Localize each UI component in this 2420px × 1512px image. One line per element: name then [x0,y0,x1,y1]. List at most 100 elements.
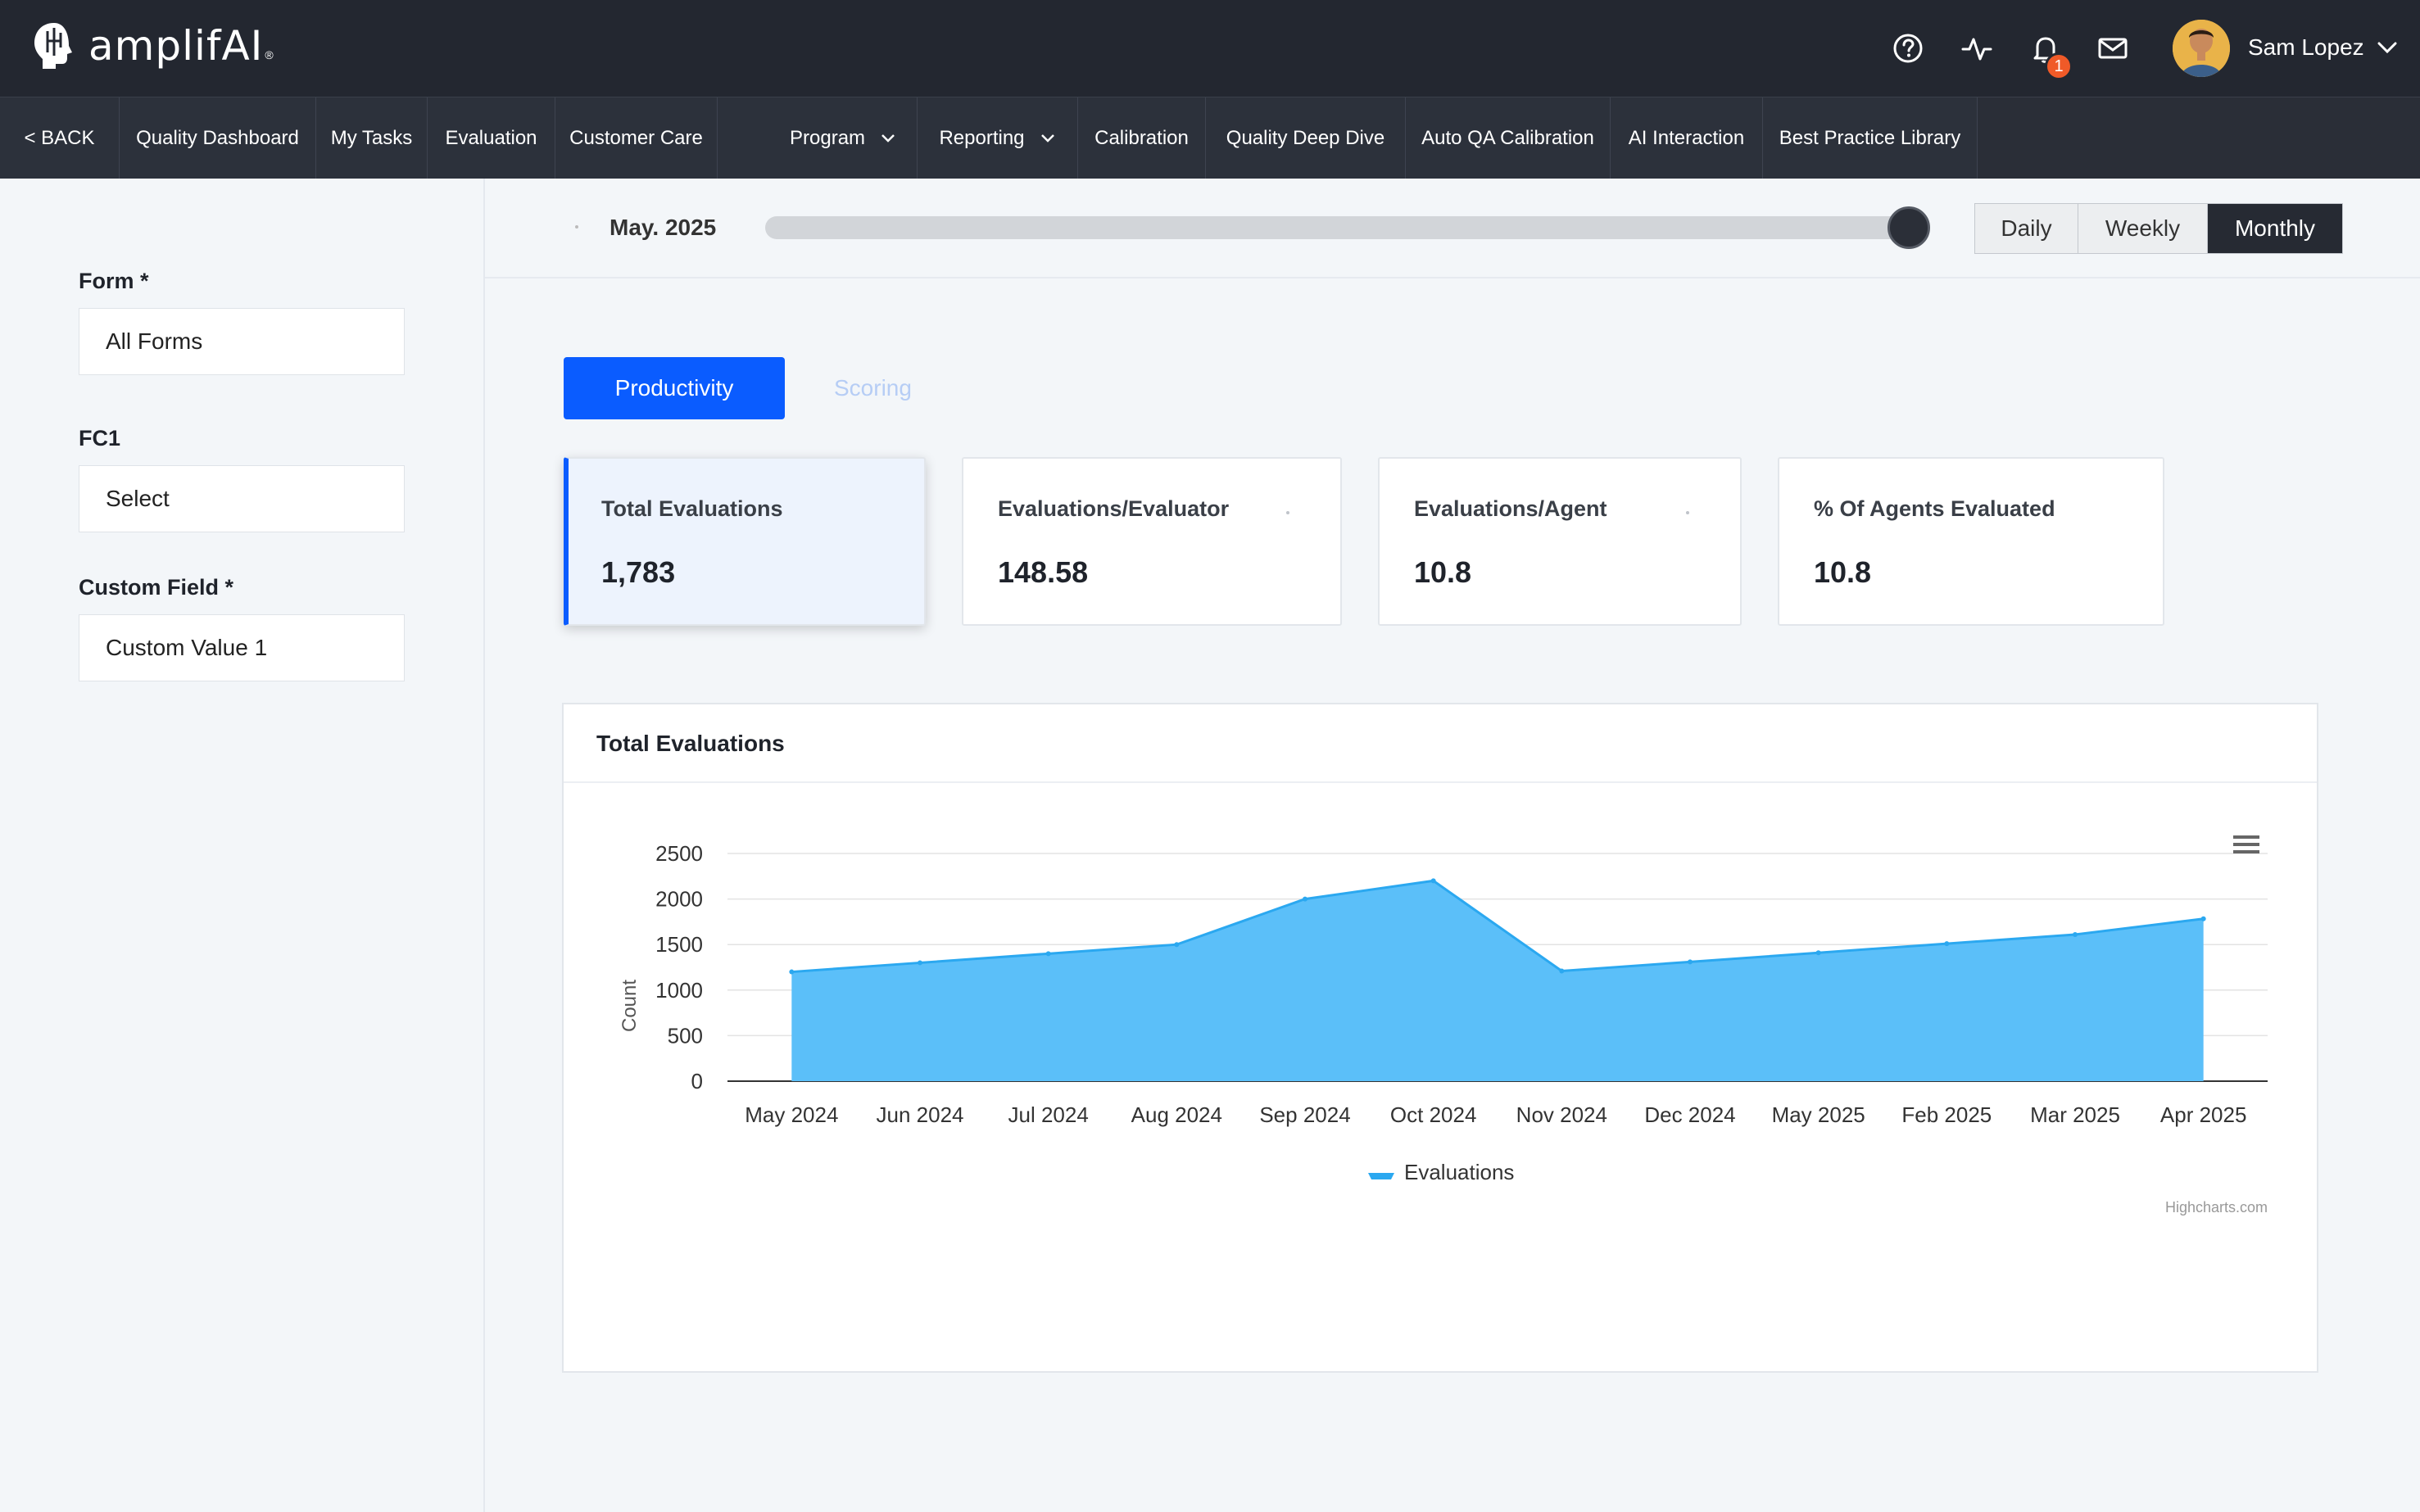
top-header: amplifAI ® 1 Sam Lopez [0,0,2420,97]
nav-reporting-label: Reporting [939,127,1025,149]
evaluations-area-chart: 0 500 1000 1500 2000 2500 May 2024 Jun 2024 Jul… [619,835,2268,1215]
info-dot-icon [1286,511,1289,514]
toggle-monthly[interactable]: Monthly [2208,204,2342,253]
menu-bar [2233,850,2259,853]
nav-program[interactable]: Program [718,97,918,179]
app-logo[interactable]: amplifAI ® [31,20,274,72]
kpi-value: 10.8 [1814,555,1872,589]
avatar[interactable] [2173,20,2230,77]
fc1-label: FC1 [79,426,121,450]
toggle-daily[interactable]: Daily [1975,204,2078,253]
kpi-label: Evaluations/Agent [1414,496,1607,521]
nav-calibration-label: Calibration [1094,127,1189,149]
y-tick-label: 1500 [655,932,703,957]
filter-sidebar [0,179,485,1512]
data-point[interactable] [1174,942,1180,948]
nav-quality-deep-dive[interactable]: Quality Deep Dive [1206,97,1406,179]
data-point[interactable] [1559,968,1565,974]
form-select[interactable]: All Forms [79,308,405,375]
x-axis-ticks: May 2024 Jun 2024 Jul 2024 Aug 2024 Sep 2024… [745,1102,2246,1127]
kpi-value: 148.58 [998,555,1089,589]
chart-card-header: Total Evaluations [564,704,2317,783]
nav-program-label: Program [790,127,866,149]
x-tick-label: Oct 2024 [1390,1102,1477,1127]
nav-back-label: < BACK [24,127,95,149]
chevron-down-icon[interactable] [2376,39,2399,56]
y-tick-label: 500 [668,1023,703,1048]
x-tick-label: Nov 2024 [1516,1102,1607,1127]
fc1-select[interactable]: Select [79,465,405,532]
x-tick-label: May 2024 [745,1102,838,1127]
x-tick-label: Apr 2025 [2160,1102,2247,1127]
x-tick-label: Dec 2024 [1644,1102,1735,1127]
kpi-label: Evaluations/Evaluator [998,496,1230,521]
period-label: May. 2025 [610,215,717,240]
kpi-evaluations-per-evaluator[interactable]: Evaluations/Evaluator 148.58 [962,457,1342,626]
activity-icon[interactable] [1960,31,1994,66]
period-slider-handle[interactable] [1888,206,1930,249]
data-point[interactable] [1430,878,1436,884]
area-fill-evaluations [791,880,2204,1081]
chevron-down-icon [1040,134,1054,143]
hamburger-menu-icon[interactable] [2233,835,2259,853]
data-point[interactable] [2200,916,2206,921]
nav-ai-interaction-label: AI Interaction [1628,127,1745,149]
user-avatar-icon [2173,20,2230,77]
x-tick-label: Jul 2024 [1008,1102,1089,1127]
nav-back[interactable]: < BACK [0,97,120,179]
nav-customer-care[interactable]: Customer Care [555,97,718,179]
chevron-down-icon [881,134,895,143]
kpi-evaluations-per-agent[interactable]: Evaluations/Agent 10.8 [1378,457,1742,626]
nav-auto-qa-calibration[interactable]: Auto QA Calibration [1406,97,1611,179]
nav-reporting[interactable]: Reporting [918,97,1078,179]
period-slider-track[interactable] [765,216,1909,239]
data-point[interactable] [1944,941,1950,947]
data-point[interactable] [1688,959,1693,965]
nav-ai-interaction[interactable]: AI Interaction [1611,97,1763,179]
nav-my-tasks[interactable]: My Tasks [316,97,428,179]
data-point[interactable] [1303,896,1307,902]
data-point[interactable] [1815,950,1821,956]
x-tick-label: Sep 2024 [1259,1102,1350,1127]
nav-best-practice-library[interactable]: Best Practice Library [1763,97,1978,179]
data-point[interactable] [1045,951,1051,957]
x-tick-label: Jun 2024 [877,1102,964,1127]
y-tick-label: 2000 [655,887,703,912]
logo-head-icon [34,23,72,69]
legend-swatch-evaluations [1368,1173,1394,1179]
main-nav: < BACK Quality Dashboard My Tasks Evalua… [0,97,2420,179]
tab-productivity[interactable]: Productivity [564,357,785,419]
custom-field-label: Custom Field * [79,575,234,600]
nav-quality-dashboard[interactable]: Quality Dashboard [120,97,316,179]
y-tick-label: 1000 [655,978,703,1003]
x-tick-label: May 2025 [1772,1102,1865,1127]
nav-auto-qa-calibration-label: Auto QA Calibration [1421,127,1594,149]
notification-badge[interactable]: 1 [2045,52,2073,80]
kpi-agents-evaluated[interactable]: % Of Agents Evaluated 10.8 [1778,457,2164,626]
help-icon[interactable] [1891,31,1925,66]
nav-customer-care-label: Customer Care [569,127,703,149]
chart-credits[interactable]: Highcharts.com [2165,1199,2268,1215]
toggle-weekly[interactable]: Weekly [2078,204,2208,253]
custom-field-select[interactable]: Custom Value 1 [79,614,405,681]
period-marker [575,225,578,229]
data-point[interactable] [918,960,922,966]
kpi-total-evaluations[interactable]: Total Evaluations 1,783 [564,457,926,626]
kpi-label: Total Evaluations [601,496,783,521]
tab-scoring[interactable]: Scoring [834,357,922,419]
kpi-value: 1,783 [601,555,676,589]
area-series[interactable] [789,878,2206,1081]
granularity-toggle: Daily Weekly Monthly [1974,203,2343,254]
chart-legend[interactable]: Evaluations [1368,1160,1514,1184]
user-name[interactable]: Sam Lopez [2248,34,2364,61]
nav-evaluation[interactable]: Evaluation [428,97,555,179]
nav-evaluation-label: Evaluation [445,127,537,149]
data-point[interactable] [789,969,795,975]
nav-calibration[interactable]: Calibration [1078,97,1206,179]
nav-quality-dashboard-label: Quality Dashboard [136,127,299,149]
form-label: Form * [79,269,149,293]
mail-icon[interactable] [2096,31,2130,66]
y-axis-ticks: 0 500 1000 1500 2000 2500 [655,841,703,1093]
data-point[interactable] [2073,931,2078,937]
logo-registered-mark: ® [265,48,274,61]
